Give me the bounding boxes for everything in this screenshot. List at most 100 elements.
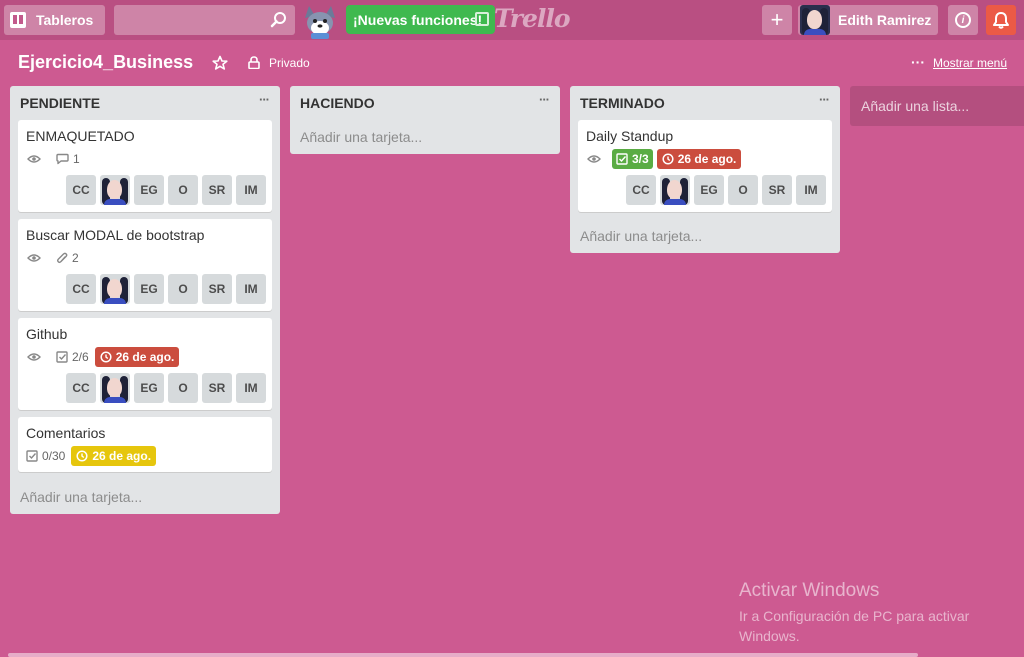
avatar[interactable]: [100, 373, 130, 403]
avatar[interactable]: [100, 274, 130, 304]
taco-mascot-icon[interactable]: [300, 2, 340, 40]
search-icon: [270, 12, 286, 28]
member-o[interactable]: O: [168, 175, 198, 205]
card-badges: 0/30 26 de ago.: [26, 446, 162, 466]
notifications-button[interactable]: [986, 5, 1016, 35]
member-sr[interactable]: SR: [202, 175, 232, 205]
trello-logo[interactable]: Trello: [494, 4, 571, 33]
boards-icon: [10, 12, 26, 28]
list-menu-icon[interactable]: ···: [259, 92, 270, 107]
card-members: CC EG O SR IM: [62, 175, 266, 205]
member-im[interactable]: IM: [236, 373, 266, 403]
list-title[interactable]: HACIENDO: [300, 95, 375, 111]
member-sr[interactable]: SR: [762, 175, 792, 205]
member-sr[interactable]: SR: [202, 373, 232, 403]
visibility-button[interactable]: Privado: [269, 56, 310, 70]
watch-icon: [26, 248, 46, 268]
card-members: CC EG O SR IM: [62, 373, 266, 403]
menu-dots-icon[interactable]: ···: [911, 54, 925, 70]
member-cc[interactable]: CC: [66, 373, 96, 403]
member-sr[interactable]: SR: [202, 274, 232, 304]
due-date: 26 de ago.: [677, 152, 737, 166]
watermark-text: Ir a Configuración de PC para activar Wi…: [739, 608, 970, 644]
card-title: Comentarios: [26, 425, 106, 441]
card-comentarios[interactable]: Comentarios 0/30 26 de ago.: [18, 417, 272, 472]
card-title: Buscar MODAL de bootstrap: [26, 227, 205, 243]
comments-count: 1: [73, 152, 80, 166]
avatar[interactable]: [660, 175, 690, 205]
watch-icon: [26, 347, 46, 367]
board-title[interactable]: Ejercicio4_Business: [18, 52, 193, 73]
card-daily-standup[interactable]: Daily Standup 3/3 26 de ago. CC EG O SR …: [578, 120, 832, 212]
horizontal-scrollbar[interactable]: [8, 653, 918, 657]
info-icon: i: [955, 12, 971, 28]
windows-activation-watermark: Activar Windows Ir a Configuración de PC…: [739, 580, 999, 646]
boards-label: Tableros: [36, 12, 94, 28]
member-im[interactable]: IM: [236, 175, 266, 205]
user-menu-button[interactable]: Edith Ramirez: [798, 5, 938, 35]
card-enmaquetado[interactable]: ENMAQUETADO 1 CC EG O SR IM: [18, 120, 272, 212]
watch-icon: [586, 149, 606, 169]
card-badges: 2: [26, 248, 85, 268]
checklist-count: 0/30: [42, 449, 66, 463]
card-buscar-modal[interactable]: Buscar MODAL de bootstrap 2 CC EG O SR I…: [18, 219, 272, 311]
avatar[interactable]: [100, 175, 130, 205]
comments-badge: 1: [56, 149, 80, 169]
add-list-button[interactable]: Añadir una lista...: [850, 86, 1024, 126]
card-github[interactable]: Github 2/6 26 de ago. CC EG O SR IM: [18, 318, 272, 410]
clock-icon: [100, 351, 112, 363]
card-members: CC EG O SR IM: [62, 274, 266, 304]
member-eg[interactable]: EG: [134, 373, 164, 403]
due-date: 26 de ago.: [92, 449, 152, 463]
member-cc[interactable]: CC: [66, 175, 96, 205]
watermark-title: Activar Windows: [739, 580, 880, 601]
card-title: Github: [26, 326, 68, 342]
member-im[interactable]: IM: [796, 175, 826, 205]
bell-icon: [993, 11, 1009, 29]
due-date-badge: 26 de ago.: [656, 149, 742, 169]
list-menu-icon[interactable]: ···: [819, 92, 830, 107]
due-date-badge: 26 de ago.: [94, 347, 180, 367]
checklist-badge: 2/6: [56, 347, 89, 367]
add-button[interactable]: +: [762, 5, 792, 35]
checklist-badge: 0/30: [26, 446, 65, 466]
member-o[interactable]: O: [168, 373, 198, 403]
new-features-button[interactable]: ¡Nuevas funciones!: [346, 5, 495, 34]
member-o[interactable]: O: [728, 175, 758, 205]
close-icon[interactable]: [475, 12, 489, 26]
show-menu-link[interactable]: Mostrar menú: [933, 56, 1007, 70]
top-header: Tableros ¡Nuevas funciones! Trello + Edi…: [0, 0, 1024, 40]
add-card-link[interactable]: Añadir una tarjeta...: [20, 489, 142, 505]
attachment-icon: [57, 252, 68, 263]
star-icon[interactable]: [212, 55, 228, 71]
member-cc[interactable]: CC: [66, 274, 96, 304]
due-date-badge: 26 de ago.: [71, 446, 157, 466]
member-eg[interactable]: EG: [134, 175, 164, 205]
card-members: CC EG O SR IM: [622, 175, 826, 205]
checklist-badge: 3/3: [612, 149, 653, 169]
due-date: 26 de ago.: [115, 350, 175, 364]
add-card-link[interactable]: Añadir una tarjeta...: [300, 129, 422, 145]
list-title[interactable]: TERMINADO: [580, 95, 665, 111]
boards-button[interactable]: Tableros: [4, 5, 105, 35]
member-im[interactable]: IM: [236, 274, 266, 304]
search-input[interactable]: [114, 5, 295, 35]
list-title[interactable]: PENDIENTE: [20, 95, 100, 111]
add-card-link[interactable]: Añadir una tarjeta...: [580, 228, 702, 244]
avatar: [800, 5, 830, 35]
list-menu-icon[interactable]: ···: [539, 92, 550, 107]
card-title: ENMAQUETADO: [26, 128, 135, 144]
card-badges: 3/3 26 de ago.: [586, 149, 747, 169]
comment-icon: [56, 153, 69, 165]
list-haciendo: HACIENDO ··· Añadir una tarjeta...: [290, 86, 560, 154]
member-o[interactable]: O: [168, 274, 198, 304]
member-eg[interactable]: EG: [694, 175, 724, 205]
attachments-badge: 2: [56, 248, 79, 268]
watch-icon: [26, 149, 46, 169]
member-eg[interactable]: EG: [134, 274, 164, 304]
member-cc[interactable]: CC: [626, 175, 656, 205]
checklist-icon: [56, 351, 68, 363]
info-button[interactable]: i: [948, 5, 978, 35]
checklist-count: 2/6: [72, 350, 89, 364]
checklist-icon: [616, 153, 628, 165]
